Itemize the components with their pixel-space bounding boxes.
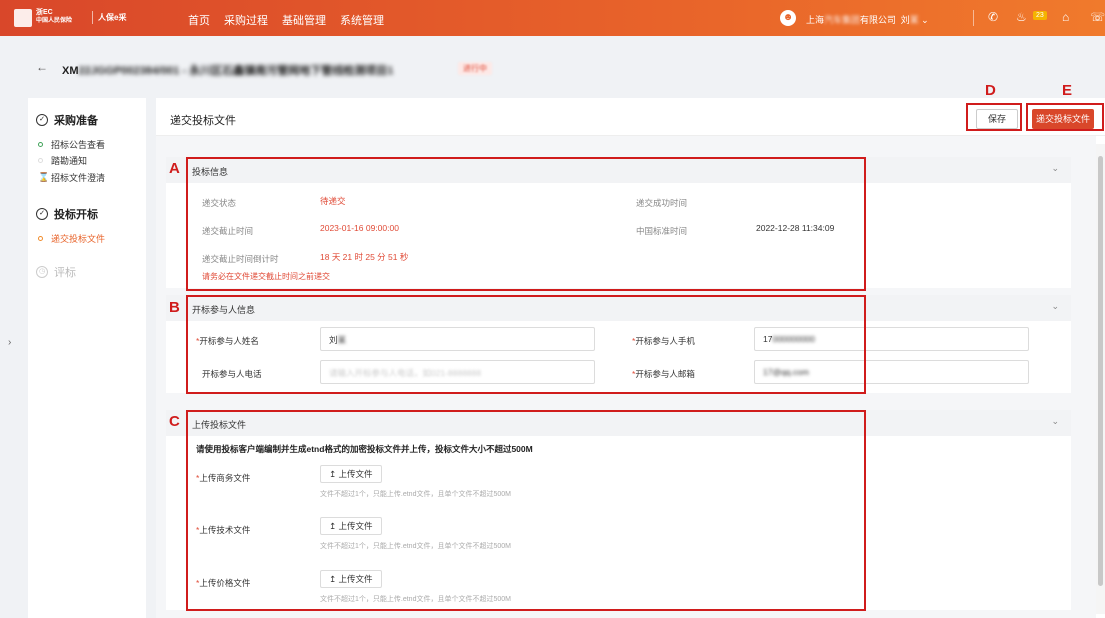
back-arrow-icon[interactable]: ← <box>36 60 48 74</box>
process-sidebar: ✓ 采购准备 招标公告查看 踏勘通知 ⌛ 招标文件澄清 ✓ 投标开标 递交投标文… <box>28 98 146 618</box>
sidebar-item-label: 递交投标文件 <box>51 234 106 244</box>
sidebar-item-label: 踏勘通知 <box>51 156 88 166</box>
chevron-down-icon[interactable]: ⌄ <box>1051 416 1059 427</box>
user-name: 刘 <box>900 15 910 25</box>
top-navigation-bar: 浙EC 中国人民保险 人保e采 首页 采购过程 基础管理 系统管理 ☻ 上海汽车… <box>0 0 1105 36</box>
main-header: 递交投标文件 保存 递交投标文件 <box>156 98 1105 136</box>
project-header: ← XM22JGGP002384/001 - 永川区石鑫镇南污管网地下管线检测项… <box>28 52 1105 88</box>
user-avatar-icon[interactable]: ☻ <box>780 10 796 26</box>
phone-icon[interactable]: ✆ <box>988 10 998 24</box>
sidebar-item-label: 招标文件澄清 <box>51 173 106 183</box>
annotation-box-b <box>186 295 866 394</box>
logo-divider <box>92 11 93 24</box>
step-title: 评标 <box>54 267 76 279</box>
hourglass-icon: ⌛ <box>38 172 50 182</box>
nav-system-management[interactable]: 系统管理 <box>340 12 384 28</box>
company-blurred: 汽车集团 <box>824 15 861 25</box>
scrollbar-thumb[interactable] <box>1098 156 1103 586</box>
chevron-down-icon[interactable]: ⌄ <box>1051 301 1059 312</box>
annotation-box-c <box>186 410 866 611</box>
status-dot-icon <box>38 142 43 147</box>
annotation-label-e: E <box>1062 82 1073 99</box>
logo-line2: 中国人民保险 <box>36 18 73 24</box>
home-icon[interactable]: ⌂ <box>1062 10 1069 24</box>
annotation-label-d: D <box>985 82 996 99</box>
company-prefix: 上海 <box>806 15 825 25</box>
annotation-label-a: A <box>169 160 180 177</box>
project-code-prefix: XM <box>62 65 79 77</box>
annotation-box-d <box>966 103 1022 131</box>
check-circle-icon: ✓ <box>36 208 48 220</box>
annotation-box-a <box>186 157 866 291</box>
topbar-divider <box>973 10 974 26</box>
sidebar-expand-icon[interactable]: › <box>8 337 11 348</box>
clock-icon: ◷ <box>36 266 48 278</box>
user-name-blurred: 某 <box>909 15 919 25</box>
sidebar-item-bid-notice[interactable]: 招标公告查看 <box>38 138 105 151</box>
main-nav: 首页 采购过程 基础管理 系统管理 <box>188 12 384 28</box>
sidebar-item-label: 招标公告查看 <box>51 140 106 150</box>
sidebar-item-submit-bid[interactable]: 递交投标文件 <box>38 232 105 245</box>
logo-icon <box>14 9 32 27</box>
project-code-rest: 22JGGP002384/001 - 永川区石鑫镇南污管网地下管线检测项目1 <box>78 65 394 77</box>
status-dot-icon <box>38 236 43 241</box>
step-bid-opening[interactable]: ✓ 投标开标 <box>36 206 98 222</box>
scrollbar[interactable] <box>1096 144 1105 614</box>
notification-badge: 23 <box>1033 11 1047 20</box>
nav-basic-management[interactable]: 基础管理 <box>282 12 326 28</box>
status-dot-icon <box>38 158 43 163</box>
step-title: 投标开标 <box>54 209 98 221</box>
bell-icon[interactable]: ♨ <box>1016 10 1027 24</box>
nav-home[interactable]: 首页 <box>188 12 210 28</box>
step-evaluation[interactable]: ◷ 评标 <box>36 264 76 280</box>
sidebar-item-site-visit[interactable]: 踏勘通知 <box>38 154 87 167</box>
chevron-down-icon[interactable]: ⌄ <box>1051 163 1059 174</box>
page-title: 递交投标文件 <box>170 115 236 127</box>
company-suffix: 有限公司 <box>860 15 897 25</box>
logo-line1: 浙EC <box>36 9 53 16</box>
nav-procurement-process[interactable]: 采购过程 <box>224 12 268 28</box>
logo-subtitle: 人保e采 <box>98 13 127 22</box>
step-title: 采购准备 <box>54 115 98 127</box>
annotation-label-c: C <box>169 413 180 430</box>
logo-text: 浙EC 中国人民保险 <box>36 8 72 26</box>
sidebar-item-clarification[interactable]: ⌛ 招标文件澄清 <box>38 171 105 184</box>
user-menu[interactable]: 上海汽车集团有限公司 刘某 ⌄ <box>806 13 929 26</box>
step-procurement-prep[interactable]: ✓ 采购准备 <box>36 112 98 128</box>
annotation-label-b: B <box>169 299 180 316</box>
chevron-down-icon: ⌄ <box>921 15 929 25</box>
check-circle-icon: ✓ <box>36 114 48 126</box>
annotation-box-e <box>1026 103 1104 131</box>
project-title: XM22JGGP002384/001 - 永川区石鑫镇南污管网地下管线检测项目1 <box>62 62 393 78</box>
headset-icon[interactable]: ☏ <box>1090 10 1105 24</box>
project-status-tag: 进行中 <box>458 62 492 75</box>
